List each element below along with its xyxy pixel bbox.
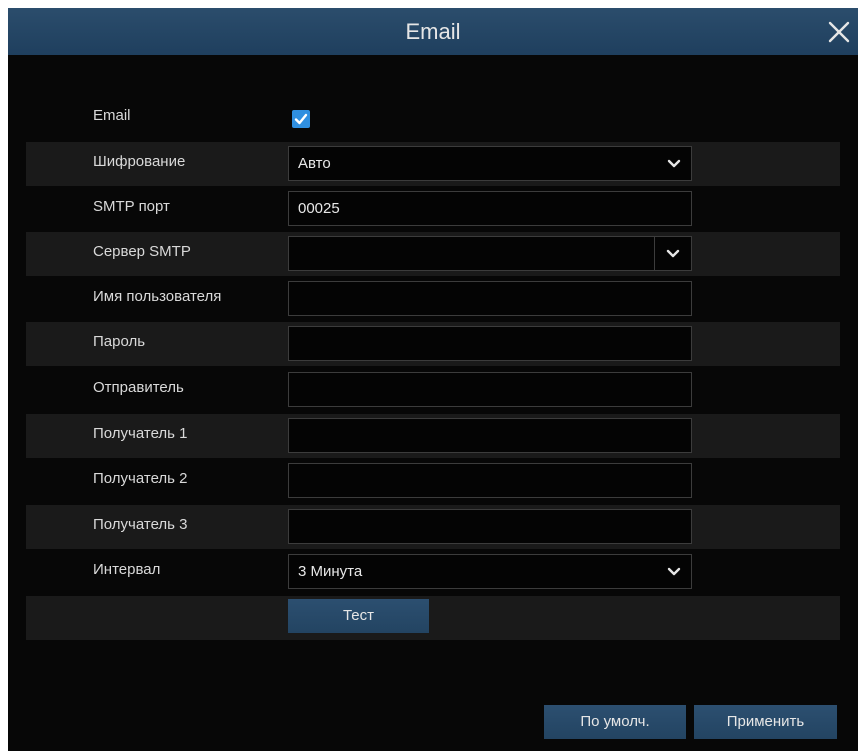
row-test: Тест <box>26 596 840 640</box>
close-button[interactable] <box>824 17 854 47</box>
recipient-3-input[interactable] <box>288 509 692 544</box>
title-bar: Email <box>8 8 858 55</box>
interval-label: Интервал <box>93 561 161 578</box>
row-smtp-server: Сервер SMTP <box>26 232 840 276</box>
window-title: Email <box>405 19 461 44</box>
sender-input[interactable] <box>288 372 692 407</box>
password-label: Пароль <box>93 333 146 350</box>
checkmark-icon <box>294 113 308 125</box>
row-encryption: Шифрование Авто <box>26 142 840 186</box>
interval-select[interactable]: 3 Минута <box>288 554 692 589</box>
recipient-1-input[interactable] <box>288 418 692 453</box>
email-settings-window: Email Email Шифрование Авто SMTP порт 00… <box>8 8 858 751</box>
encryption-select[interactable]: Авто <box>288 146 692 181</box>
chevron-down-icon <box>666 249 680 259</box>
username-label: Имя пользователя <box>93 288 222 305</box>
username-input[interactable] <box>288 281 692 316</box>
password-input[interactable] <box>288 326 692 361</box>
recipient-2-label: Получатель 2 <box>93 470 188 487</box>
sender-label: Отправитель <box>93 379 184 396</box>
row-recipient-2: Получатель 2 <box>26 459 840 503</box>
email-enable-checkbox[interactable] <box>292 110 310 128</box>
chevron-down-icon <box>667 567 681 577</box>
row-recipient-3: Получатель 3 <box>26 505 840 549</box>
smtp-port-input[interactable] <box>288 191 692 226</box>
row-password: Пароль <box>26 322 840 366</box>
row-recipient-1: Получатель 1 <box>26 414 840 458</box>
row-email: Email <box>26 96 840 140</box>
email-label: Email <box>93 107 131 124</box>
recipient-3-label: Получатель 3 <box>93 516 188 533</box>
encryption-value: Авто <box>298 155 331 172</box>
smtp-server-combobox[interactable] <box>288 236 692 271</box>
smtp-server-label: Сервер SMTP <box>93 243 191 260</box>
recipient-1-label: Получатель 1 <box>93 425 188 442</box>
row-interval: Интервал 3 Минута <box>26 550 840 594</box>
row-smtp-port: SMTP порт <box>26 187 840 231</box>
test-button[interactable]: Тест <box>288 599 429 633</box>
close-icon <box>828 21 850 43</box>
chevron-down-icon <box>667 159 681 169</box>
interval-value: 3 Минута <box>298 563 363 580</box>
smtp-port-label: SMTP порт <box>93 198 170 215</box>
row-sender: Отправитель <box>26 368 840 412</box>
default-button[interactable]: По умолч. <box>544 705 686 739</box>
recipient-2-input[interactable] <box>288 463 692 498</box>
apply-button[interactable]: Применить <box>694 705 837 739</box>
smtp-server-dropdown-button[interactable] <box>654 237 691 270</box>
row-username: Имя пользователя <box>26 277 840 321</box>
encryption-label: Шифрование <box>93 153 186 170</box>
